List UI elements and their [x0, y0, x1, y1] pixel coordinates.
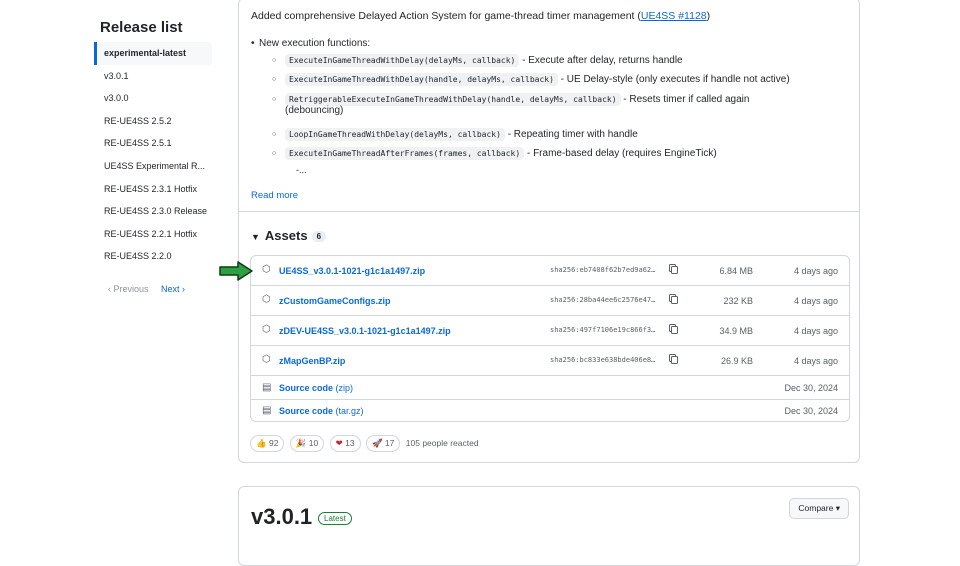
list-item: LoopInGameThreadWithDelay(delayMs, callb…	[272, 128, 638, 141]
thumbs-up-icon: 👍	[256, 438, 267, 448]
sidebar-item-re-ue4ss-2-5-2[interactable]: RE-UE4SS 2.5.2	[94, 110, 212, 133]
package-icon: ⬡	[262, 264, 271, 275]
party-icon: 🎉	[295, 438, 307, 448]
copy-icon[interactable]	[669, 354, 678, 364]
release-list: experimental-latest v3.0.1 v3.0.0 RE-UE4…	[94, 42, 212, 268]
asset-date: 4 days ago	[793, 356, 838, 366]
sidebar-item-re-ue4ss-2-2-0[interactable]: RE-UE4SS 2.2.0	[94, 245, 212, 268]
asset-date: 4 days ago	[793, 326, 838, 336]
chevron-right-icon: ›	[179, 284, 186, 294]
package-icon: ⬡	[262, 354, 271, 365]
asset-row: ⬡ zMapGenBP.zip sha256:bc833e638bde406e8…	[251, 346, 849, 376]
release-intro: Added comprehensive Delayed Action Syste…	[251, 10, 711, 22]
asset-link[interactable]: zCustomGameConfigs.zip	[279, 296, 391, 306]
copy-icon[interactable]	[669, 264, 678, 274]
asset-link[interactable]: zMapGenBP.zip	[279, 356, 345, 366]
sidebar-item-ue4ss-experimental[interactable]: UE4SS Experimental R...	[94, 155, 212, 178]
reactions-bar: 👍 92 🎉 10 ❤ 13 🚀 17 105 people reacted	[250, 435, 479, 452]
sidebar-item-v3-0-1[interactable]: v3.0.1	[94, 65, 212, 88]
asset-row: ⬡ UE4SS_v3.0.1-1021-g1c1a1497.zip sha256…	[251, 256, 849, 286]
copy-icon[interactable]	[669, 324, 678, 334]
asset-row: ⬡ zDEV-UE4SS_v3.0.1-1021-g1c1a1497.zip s…	[251, 316, 849, 346]
assets-toggle[interactable]: ▼ Assets 6	[251, 228, 327, 243]
sidebar-title: Release list	[100, 19, 183, 36]
previous-button[interactable]: ‹ Previous	[108, 284, 149, 294]
sidebar-item-re-ue4ss-2-3-1[interactable]: RE-UE4SS 2.3.1 Hotfix	[94, 178, 212, 201]
list-item: ExecuteInGameThreadWithDelay(handle, del…	[272, 73, 790, 86]
caret-down-icon: ▾	[835, 503, 840, 513]
list-item: RetriggerableExecuteInGameThreadWithDela…	[272, 93, 749, 116]
green-arrow-icon	[219, 261, 253, 281]
latest-badge: Latest	[318, 512, 352, 525]
issue-link[interactable]: UE4SS #1128	[641, 10, 707, 22]
sidebar-item-experimental-latest[interactable]: experimental-latest	[94, 42, 212, 65]
release-version-title[interactable]: v3.0.1	[251, 504, 312, 530]
package-icon: ⬡	[262, 324, 271, 335]
release-card: Added comprehensive Delayed Action Syste…	[238, 0, 860, 463]
source-zip-link[interactable]: Source code (zip)	[279, 383, 353, 393]
triangle-down-icon: ▼	[251, 232, 260, 242]
sidebar-item-re-ue4ss-2-2-1[interactable]: RE-UE4SS 2.2.1 Hotfix	[94, 223, 212, 246]
source-date: Dec 30, 2024	[784, 406, 838, 416]
sha-value: sha256:bc833e638bde406e8…	[550, 356, 656, 364]
source-tar-link[interactable]: Source code (tar.gz)	[279, 406, 364, 416]
file-zip-icon: ▤	[262, 405, 272, 416]
reaction-heart[interactable]: ❤ 13	[329, 435, 361, 452]
source-row: ▤ Source code (tar.gz) Dec 30, 2024	[251, 400, 849, 422]
asset-size: 26.9 KB	[720, 356, 753, 366]
sha-value: sha256:497f7106e19c866f3…	[550, 326, 656, 334]
file-zip-icon: ▤	[262, 382, 272, 393]
sidebar-item-re-ue4ss-2-3-0[interactable]: RE-UE4SS 2.3.0 Release	[94, 200, 212, 223]
assets-list: ⬡ UE4SS_v3.0.1-1021-g1c1a1497.zip sha256…	[250, 255, 850, 422]
asset-link[interactable]: UE4SS_v3.0.1-1021-g1c1a1497.zip	[279, 266, 425, 276]
rocket-icon: 🚀	[371, 438, 383, 448]
bullet-new-functions: New execution functions:	[251, 38, 370, 49]
reactions-summary: 105 people reacted	[405, 438, 479, 448]
reaction-rocket[interactable]: 🚀 17	[365, 435, 401, 452]
sidebar-item-re-ue4ss-2-5-1[interactable]: RE-UE4SS 2.5.1	[94, 132, 212, 155]
sha-value: sha256:28ba44ee6c2576e47…	[550, 296, 656, 304]
asset-size: 232 KB	[723, 296, 753, 306]
asset-size: 34.9 MB	[719, 326, 753, 336]
reaction-hooray[interactable]: 🎉 10	[289, 435, 325, 452]
sidebar-item-v3-0-0[interactable]: v3.0.0	[94, 87, 212, 110]
asset-size: 6.84 MB	[719, 266, 753, 276]
sha-value: sha256:eb7408f62b7ed9a62…	[550, 266, 656, 274]
list-item: ExecuteInGameThreadWithDelay(delayMs, ca…	[272, 54, 683, 67]
asset-link[interactable]: zDEV-UE4SS_v3.0.1-1021-g1c1a1497.zip	[279, 326, 451, 336]
asset-date: 4 days ago	[793, 266, 838, 276]
assets-count: 6	[311, 231, 327, 243]
ellipsis: -...	[296, 165, 307, 175]
source-date: Dec 30, 2024	[784, 383, 838, 393]
copy-icon[interactable]	[669, 294, 678, 304]
compare-button[interactable]: Compare ▾	[789, 498, 849, 519]
list-item: ExecuteInGameThreadAfterFrames(frames, c…	[272, 147, 717, 160]
reaction-thumbs-up[interactable]: 👍 92	[250, 435, 285, 452]
asset-date: 4 days ago	[793, 296, 838, 306]
heart-icon: ❤	[335, 438, 343, 448]
next-button[interactable]: Next ›	[161, 284, 185, 294]
package-icon: ⬡	[262, 294, 271, 305]
asset-row: ⬡ zCustomGameConfigs.zip sha256:28ba44ee…	[251, 286, 849, 316]
divider	[239, 211, 859, 212]
read-more-link[interactable]: Read more	[251, 190, 298, 201]
pagination: ‹ Previous Next ›	[108, 284, 185, 294]
release-card-v3-0-1: v3.0.1 Latest Compare ▾	[238, 486, 860, 566]
source-row: ▤ Source code (zip) Dec 30, 2024	[251, 376, 849, 400]
